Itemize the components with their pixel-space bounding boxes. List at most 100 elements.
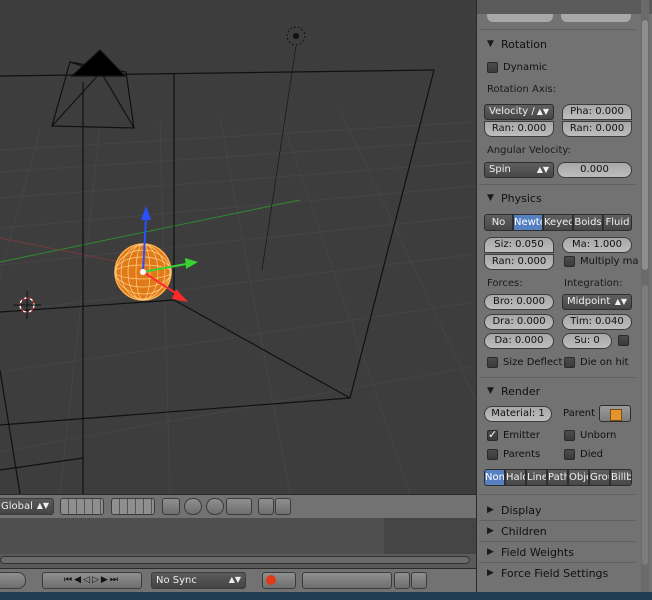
random-size-field[interactable]: Ran: 0.000 (484, 254, 554, 270)
sync-dropdown[interactable]: No Sync ▲▼ (151, 572, 246, 589)
insert-keyframe-icon[interactable] (394, 572, 410, 589)
died-checkbox[interactable] (564, 449, 575, 460)
rotation-axis-dropdown[interactable]: Velocity / ▲▼ (484, 104, 554, 120)
scrollbar-thumb[interactable] (642, 20, 648, 270)
rotation-panel-header[interactable]: ▼ Rotation (479, 35, 635, 55)
integration-value: Midpoint (567, 296, 611, 307)
layer-buttons-right[interactable] (111, 498, 155, 515)
render-type-halo[interactable]: Halo (505, 469, 526, 486)
snap-icon[interactable] (226, 498, 252, 515)
render-type-billboard[interactable]: Billb (610, 469, 632, 486)
record-dot-icon (266, 575, 276, 585)
parent-object-field[interactable] (599, 405, 631, 422)
random-phase-field[interactable]: Ran: 0.000 (562, 121, 632, 137)
collapsed-triangle-icon: ▶ (487, 568, 494, 578)
properties-editor[interactable]: ▼ Rotation Dynamic Rotation Axis: Veloci… (476, 0, 652, 592)
partial-field[interactable] (561, 14, 631, 22)
camera-object (51, 49, 135, 129)
size-field[interactable]: Siz: 0.050 (484, 237, 554, 253)
orientation-dropdown[interactable]: Global ▲▼ (0, 498, 54, 515)
damp-field[interactable]: Da: 0.000 (484, 333, 554, 349)
render-panel-header[interactable]: ▼ Render (479, 382, 635, 402)
separator (479, 541, 635, 542)
dropdown-arrow-icon: ▲▼ (228, 575, 241, 584)
layer-buttons-left[interactable] (60, 498, 104, 515)
emitter-label: Emitter (503, 430, 540, 441)
separator (479, 562, 635, 563)
emitter-checkbox[interactable] (487, 428, 498, 441)
keying-set-field[interactable] (302, 572, 392, 589)
angular-value: 0.000 (580, 164, 609, 175)
render-type-group[interactable]: Grou (589, 469, 610, 486)
phase-field[interactable]: Pha: 0.000 (562, 104, 632, 120)
dropdown-arrow-icon: ▲▼ (36, 501, 49, 510)
die-on-hit-label: Die on hit (580, 357, 629, 368)
size-deflect-label: Size Deflect (503, 357, 563, 368)
died-label: Died (580, 449, 603, 460)
physics-type-fluid[interactable]: Fluid (603, 214, 632, 231)
lamp-object (261, 26, 306, 271)
integration-dropdown[interactable]: Midpoint ▲▼ (562, 294, 632, 310)
render-preview-icon[interactable] (258, 498, 274, 515)
display-panel-header[interactable]: ▶ Display (479, 501, 635, 521)
panel-title: Render (501, 385, 541, 398)
delete-keyframe-icon[interactable] (411, 572, 427, 589)
separator (479, 494, 635, 495)
field-weights-panel-header[interactable]: ▶ Field Weights (479, 543, 635, 563)
unborn-label: Unborn (580, 430, 617, 441)
random-axis-field[interactable]: Ran: 0.000 (484, 121, 554, 137)
collapsed-triangle-icon: ▶ (487, 547, 494, 557)
scrollbar-track-segment (642, 285, 648, 565)
parent-label: Parent (563, 408, 596, 419)
material-field[interactable]: Material: 1 (484, 406, 552, 422)
multiply-mass-label: Multiply ma (580, 256, 639, 267)
physics-type-boids[interactable]: Boids (573, 214, 603, 231)
parents-checkbox[interactable] (487, 449, 498, 460)
angular-mode-dropdown[interactable]: Spin ▲▼ (484, 162, 554, 178)
pivot-icon[interactable] (184, 498, 202, 515)
substeps-field[interactable]: Su: 0 (562, 333, 612, 349)
size-deflect-checkbox[interactable] (487, 357, 498, 368)
timestep-field[interactable]: Tim: 0.040 (562, 314, 632, 330)
proportional-edit-icon[interactable] (206, 498, 224, 515)
dropdown-arrow-icon: ▲▼ (536, 107, 549, 116)
physics-type-keyed[interactable]: Keyed (543, 214, 573, 231)
multiply-mass-checkbox[interactable] (564, 256, 575, 267)
properties-tabs[interactable] (477, 0, 652, 14)
frame-field[interactable] (0, 572, 26, 589)
playback-controls[interactable]: ⏮◀◁▷▶⏭ (42, 572, 142, 589)
angular-value-field[interactable]: 0.000 (557, 162, 632, 178)
integration-label: Integration: (564, 278, 623, 289)
physics-panel-header[interactable]: ▼ Physics (479, 189, 635, 209)
render-type-none[interactable]: Non (484, 469, 505, 486)
timeline-editor[interactable]: 120 140 160 180 200 220 240 260 (0, 518, 476, 568)
panel-title: Children (501, 525, 547, 538)
3d-viewport[interactable] (0, 0, 476, 494)
orientation-label: Global (1, 501, 33, 512)
force-field-panel-header[interactable]: ▶ Force Field Settings (479, 564, 635, 584)
timeline-scrollbar[interactable] (0, 556, 470, 564)
rotation-axis-label: Rotation Axis: (487, 84, 557, 95)
unborn-checkbox[interactable] (564, 430, 575, 441)
children-panel-header[interactable]: ▶ Children (479, 522, 635, 542)
dropdown-arrow-icon: ▲▼ (614, 297, 627, 306)
adaptive-checkbox[interactable] (618, 335, 629, 346)
film-icon[interactable] (275, 498, 291, 515)
drag-field[interactable]: Dra: 0.000 (484, 314, 554, 330)
partial-field[interactable] (487, 14, 553, 22)
physics-type-none[interactable]: No (484, 214, 513, 231)
render-type-line[interactable]: Line (526, 469, 547, 486)
brownian-field[interactable]: Bro: 0.000 (484, 294, 554, 310)
render-type-object[interactable]: Obje (568, 469, 589, 486)
mass-field[interactable]: Ma: 1.000 (562, 237, 632, 253)
separator (479, 184, 635, 185)
record-icon[interactable] (262, 572, 296, 589)
lock-camera-icon[interactable] (162, 498, 180, 515)
physics-type-newtonian[interactable]: Newto (513, 214, 543, 231)
dynamic-checkbox[interactable] (487, 62, 498, 73)
viewport-header: Global ▲▼ (0, 494, 476, 518)
separator (479, 377, 635, 378)
timeline-header: ⏮◀◁▷▶⏭ No Sync ▲▼ (0, 568, 476, 592)
render-type-path[interactable]: Path (547, 469, 568, 486)
die-on-hit-checkbox[interactable] (564, 357, 575, 368)
